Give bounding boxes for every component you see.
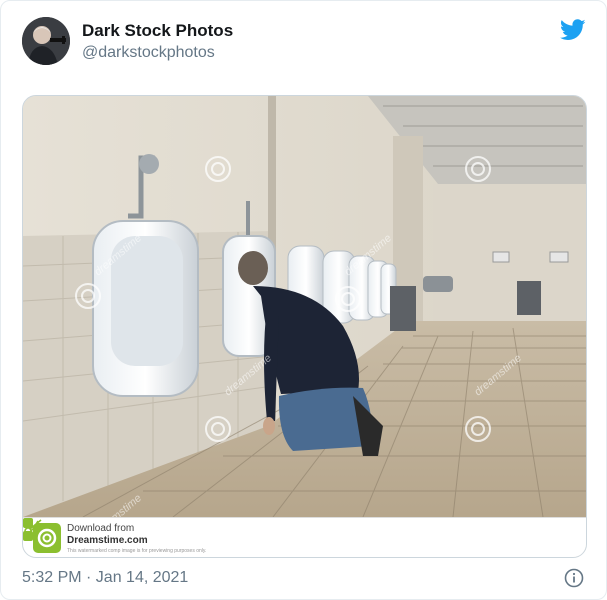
avatar[interactable] (22, 17, 70, 65)
download-watermark-bar: Download from Dreamstime.com This waterm… (23, 517, 586, 557)
dreamstime-badge-icon (23, 518, 33, 541)
author-names: Dark Stock Photos @darkstockphotos (82, 21, 233, 63)
tweet-footer: 5:32 PM · Jan 14, 2021 (22, 567, 592, 591)
info-icon[interactable] (564, 568, 584, 588)
download-from-label: Download from (67, 523, 135, 534)
tweet-header: Dark Stock Photos @darkstockphotos (22, 15, 592, 69)
stock-photo-illustration: dreamstime dreamstimedreamstimedreamstime… (23, 96, 586, 517)
dreamstime-site-label: Dreamstime.com (67, 535, 148, 546)
tweet-image[interactable]: dreamstime dreamstime dreamstime dreamstime… (22, 95, 587, 558)
user-handle[interactable]: @darkstockphotos (82, 43, 233, 63)
tweet-timestamp[interactable]: 5:32 PM · Jan 14, 2021 (22, 567, 592, 589)
fine-print: This watermarked comp image is for previ… (67, 548, 207, 554)
twitter-bird-icon[interactable] (560, 19, 586, 41)
display-name[interactable]: Dark Stock Photos (82, 21, 233, 41)
tweet-card: Dark Stock Photos @darkstockphotos dream… (0, 0, 607, 600)
